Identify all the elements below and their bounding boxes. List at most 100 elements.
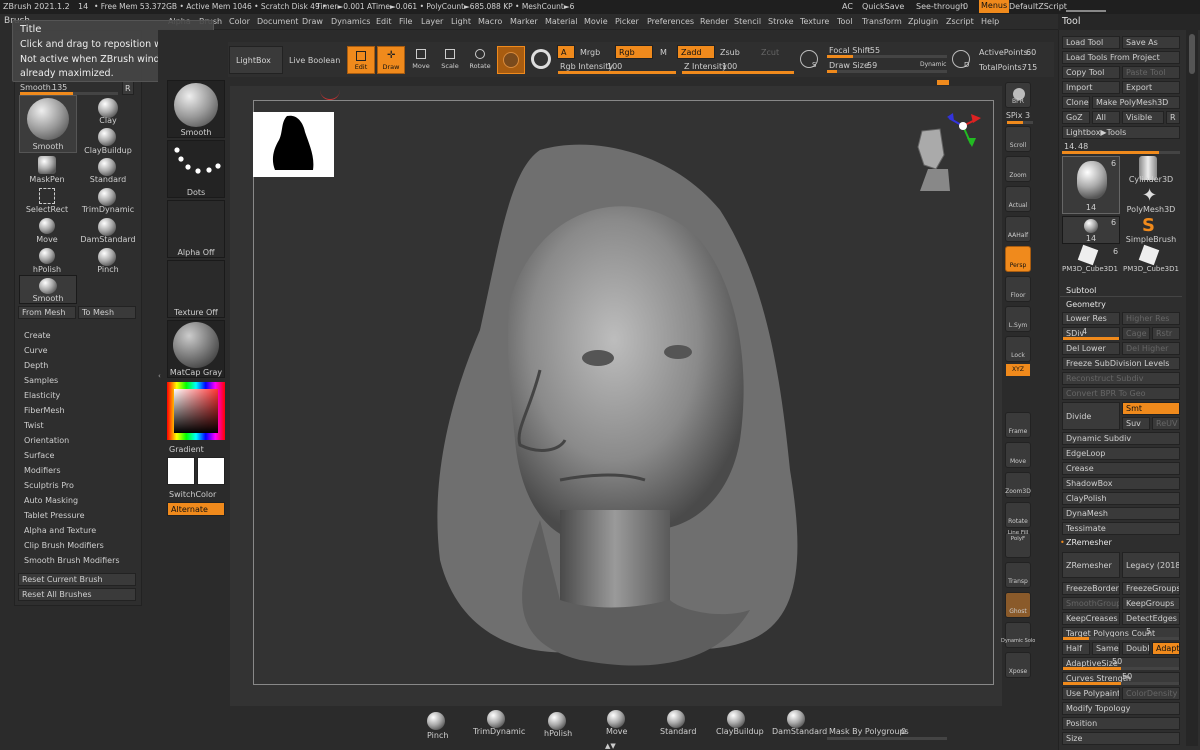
divide-button[interactable]: Divide	[1062, 402, 1120, 430]
menus-button[interactable]: Menus	[979, 0, 1010, 13]
polymesh3d-star-icon[interactable]: ✦	[1142, 185, 1157, 206]
del-higher-button[interactable]: Del Higher	[1122, 342, 1180, 355]
freezegroups-button[interactable]: FreezeGroups	[1122, 582, 1180, 595]
sdiv-slider[interactable]	[1063, 337, 1119, 340]
color-square[interactable]	[174, 389, 218, 433]
color-picker[interactable]	[167, 382, 225, 440]
legacy-2018-button[interactable]: Legacy (2018)	[1122, 552, 1180, 578]
load-tool-button[interactable]: Load Tool	[1062, 36, 1120, 49]
goz-r-button[interactable]: R	[1166, 111, 1180, 124]
menu-light[interactable]: Light	[451, 17, 471, 26]
cage-button[interactable]: Cage	[1122, 327, 1150, 340]
use-polypaint-button[interactable]: Use Polypaint	[1062, 687, 1120, 700]
submenu-alpha-texture[interactable]: Alpha and Texture	[24, 526, 96, 535]
export-button[interactable]: Export	[1122, 81, 1180, 94]
submenu-auto-masking[interactable]: Auto Masking	[24, 496, 78, 505]
color-density-slider[interactable]: ColorDensity	[1122, 687, 1180, 700]
smoothgroups-slider[interactable]: SmoothGroups	[1062, 597, 1120, 610]
submenu-sculptris-pro[interactable]: Sculptris Pro	[24, 481, 74, 490]
crease-button[interactable]: Crease	[1062, 462, 1180, 475]
menu-edit[interactable]: Edit	[376, 17, 392, 26]
freeze-subdiv-button[interactable]: Freeze SubDivision Levels	[1062, 357, 1180, 370]
switchcolor-button[interactable]: SwitchColor	[169, 490, 216, 499]
rgb-intensity-slider[interactable]	[558, 71, 676, 74]
to-mesh-button[interactable]: To Mesh	[78, 306, 136, 319]
color-mode-icon[interactable]	[531, 49, 551, 69]
secondary-color-swatch[interactable]	[197, 457, 225, 485]
s-brush-icon[interactable]: S	[800, 50, 818, 69]
current-brush-slot[interactable]: Smooth	[167, 80, 225, 138]
zremesher-button[interactable]: ZRemesher	[1062, 552, 1120, 578]
reset-all-brushes-button[interactable]: Reset All Brushes	[18, 588, 136, 601]
del-lower-button[interactable]: Del Lower	[1062, 342, 1120, 355]
menu-picker[interactable]: Picker	[615, 17, 639, 26]
adaptive-size-slider[interactable]	[1063, 667, 1179, 670]
keepgroups-button[interactable]: KeepGroups	[1122, 597, 1180, 610]
bottom-shelf-toggle-icon[interactable]: ▲▼	[605, 742, 625, 750]
move-brush-icon[interactable]	[607, 710, 625, 728]
brush-r-button[interactable]: R	[122, 81, 134, 95]
size-section[interactable]: Size	[1062, 732, 1180, 745]
submenu-orientation[interactable]: Orientation	[24, 436, 69, 445]
menu-transform[interactable]: Transform	[862, 17, 902, 26]
menu-material[interactable]: Material	[545, 17, 578, 26]
window-controls[interactable]	[1066, 2, 1106, 12]
damstandard-brush-icon[interactable]	[787, 710, 805, 728]
submenu-elasticity[interactable]: Elasticity	[24, 391, 60, 400]
clay-brush-icon[interactable]	[98, 98, 118, 118]
shelf-scroll-marker[interactable]	[937, 80, 949, 85]
submenu-surface[interactable]: Surface	[24, 451, 54, 460]
reuv-button[interactable]: ReUV	[1152, 417, 1180, 430]
damstandard-brush-icon[interactable]	[98, 218, 116, 236]
scrollbar-thumb[interactable]	[1189, 34, 1195, 74]
brush-smooth-recent[interactable]: Smooth	[19, 275, 77, 304]
convert-bpr-button[interactable]: Convert BPR To Geo	[1062, 387, 1180, 400]
maskpen-brush-icon[interactable]	[38, 156, 56, 174]
material-button[interactable]	[497, 46, 525, 74]
paste-tool-button[interactable]: Paste Tool	[1122, 66, 1180, 79]
goz-visible-button[interactable]: Visible	[1122, 111, 1164, 124]
submenu-create[interactable]: Create	[24, 331, 51, 340]
copy-tool-button[interactable]: Copy Tool	[1062, 66, 1120, 79]
tool-thumb-head-small[interactable]: 14 6	[1062, 216, 1120, 244]
zremesher-section[interactable]: ZRemesher	[1066, 538, 1112, 547]
double-button[interactable]: Double	[1122, 642, 1150, 655]
lower-res-button[interactable]: Lower Res	[1062, 312, 1120, 325]
smt-button[interactable]: Smt	[1122, 402, 1180, 415]
draw-button[interactable]: Draw ✛	[377, 46, 405, 74]
menu-help[interactable]: Help	[981, 17, 999, 26]
rstr-button[interactable]: Rstr	[1152, 327, 1180, 340]
alternate-button[interactable]: Alternate	[167, 502, 225, 516]
move-mode-button[interactable]: Move	[408, 46, 434, 74]
freezeborder-button[interactable]: FreezeBorder	[1062, 582, 1120, 595]
curves-strength-slider[interactable]	[1063, 682, 1179, 685]
collapse-arrow-icon[interactable]: ‹	[158, 372, 163, 384]
focal-shift-slider[interactable]	[827, 55, 947, 58]
menu-color[interactable]: Color	[229, 17, 250, 26]
trimdynamic-brush-icon[interactable]	[487, 710, 505, 728]
edit-button[interactable]: Edit	[347, 46, 375, 74]
submenu-depth[interactable]: Depth	[24, 361, 48, 370]
claybuildup-brush-icon[interactable]	[727, 710, 745, 728]
texture-slot[interactable]: Texture Off	[167, 260, 225, 318]
axis-gizmo-icon[interactable]	[945, 108, 981, 148]
detectedges-button[interactable]: DetectEdges	[1122, 612, 1180, 625]
goz-button[interactable]: GoZ	[1062, 111, 1090, 124]
submenu-smooth-brush-modifiers[interactable]: Smooth Brush Modifiers	[24, 556, 120, 565]
same-button[interactable]: Same	[1092, 642, 1120, 655]
selectrect-brush-icon[interactable]	[39, 188, 55, 204]
dynamic-subdiv-button[interactable]: Dynamic Subdiv	[1062, 432, 1180, 445]
make-polymesh3d-button[interactable]: Make PolyMesh3D	[1092, 96, 1180, 109]
menu-layer[interactable]: Layer	[421, 17, 443, 26]
tool-slider[interactable]	[1062, 151, 1180, 154]
tool-palette-scrollbar[interactable]	[1186, 30, 1198, 746]
position-section[interactable]: Position	[1062, 717, 1180, 730]
from-mesh-button[interactable]: From Mesh	[18, 306, 76, 319]
submenu-clip-brush-modifiers[interactable]: Clip Brush Modifiers	[24, 541, 104, 550]
brush-smooth-selected[interactable]: Smooth	[19, 95, 77, 153]
quicksave-button[interactable]: QuickSave	[862, 2, 904, 11]
claybuildup-brush-icon[interactable]	[98, 128, 116, 146]
menu-stroke[interactable]: Stroke	[768, 17, 794, 26]
import-button[interactable]: Import	[1062, 81, 1120, 94]
menu-movie[interactable]: Movie	[584, 17, 608, 26]
